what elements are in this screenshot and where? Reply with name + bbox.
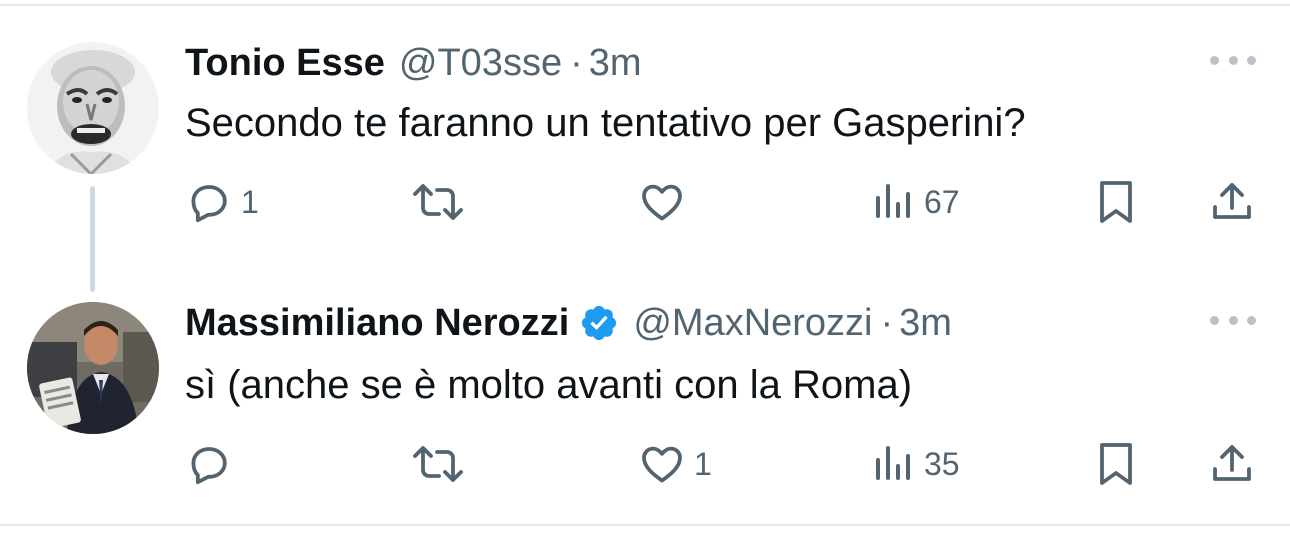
like-button[interactable]: 1 xyxy=(638,434,712,494)
reply-button[interactable] xyxy=(185,434,241,494)
share-button[interactable] xyxy=(1208,434,1256,494)
view-count: 35 xyxy=(924,445,960,482)
tweet-header: Massimiliano Nerozzi @MaxNerozzi · 3m xyxy=(185,300,952,346)
tweet-text: Secondo te faranno un tentativo per Gasp… xyxy=(185,101,1026,145)
tweet-1[interactable]: Tonio Esse @T03sse · 3m Secondo te faran… xyxy=(0,0,1290,270)
bookmark-icon xyxy=(1100,181,1132,223)
retweet-button[interactable] xyxy=(410,172,474,232)
views-button[interactable]: 35 xyxy=(868,434,960,494)
share-icon xyxy=(1213,445,1251,481)
bookmark-button[interactable] xyxy=(1094,172,1138,232)
retweet-icon xyxy=(413,184,463,220)
reply-icon xyxy=(191,185,227,223)
like-icon xyxy=(642,184,682,221)
separator-dot: · xyxy=(570,42,583,84)
share-icon xyxy=(1213,183,1251,219)
views-icon xyxy=(876,184,910,218)
bottom-divider xyxy=(0,524,1290,526)
reply-icon xyxy=(191,447,227,485)
like-button[interactable] xyxy=(638,172,694,232)
tweet-actions: 1 67 xyxy=(0,172,1290,232)
verified-badge-icon[interactable] xyxy=(579,303,619,343)
more-icon[interactable] xyxy=(1210,305,1256,335)
reply-count: 1 xyxy=(241,183,259,220)
author-handle[interactable]: @MaxNerozzi xyxy=(633,300,872,346)
author-name[interactable]: Tonio Esse xyxy=(185,40,385,86)
timestamp[interactable]: 3m xyxy=(899,300,952,346)
more-icon[interactable] xyxy=(1210,45,1256,75)
author-handle[interactable]: @T03sse xyxy=(399,40,562,86)
bookmark-button[interactable] xyxy=(1094,434,1138,494)
avatar-tonio-esse[interactable] xyxy=(27,42,159,174)
view-count: 67 xyxy=(924,183,960,220)
retweet-button[interactable] xyxy=(410,434,474,494)
avatar-massimiliano-nerozzi[interactable] xyxy=(27,302,159,434)
tweet-2[interactable]: Massimiliano Nerozzi @MaxNerozzi · 3m sì… xyxy=(0,280,1290,524)
like-count: 1 xyxy=(694,445,712,482)
share-button[interactable] xyxy=(1208,172,1256,232)
tweet-text: sì (anche se è molto avanti con la Roma) xyxy=(185,363,913,407)
like-icon xyxy=(642,446,682,483)
tweet-header: Tonio Esse @T03sse · 3m xyxy=(185,40,642,86)
views-button[interactable]: 67 xyxy=(868,172,960,232)
bookmark-icon xyxy=(1100,443,1132,485)
views-icon xyxy=(876,446,910,480)
tweet-actions: 1 35 xyxy=(0,434,1290,494)
author-name[interactable]: Massimiliano Nerozzi xyxy=(185,300,569,346)
reply-button[interactable]: 1 xyxy=(185,172,259,232)
retweet-icon xyxy=(413,446,463,482)
timestamp[interactable]: 3m xyxy=(589,40,642,86)
separator-dot: · xyxy=(880,302,894,344)
